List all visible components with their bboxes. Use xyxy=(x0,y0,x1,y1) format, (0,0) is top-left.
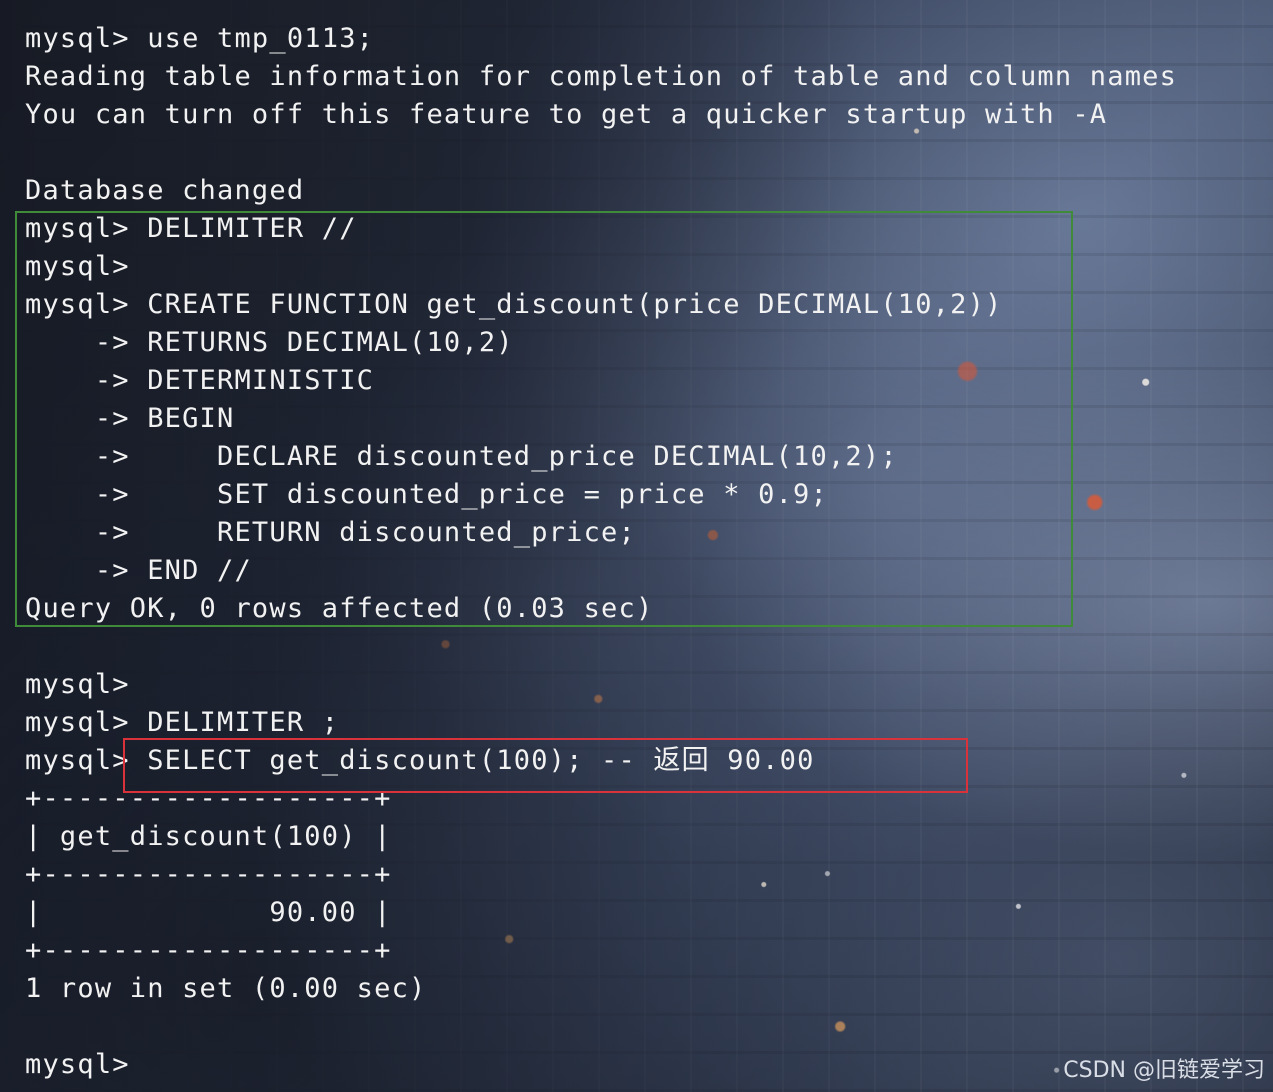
function-definition-highlight-box xyxy=(15,211,1073,627)
terminal-line: | get_discount(100) | xyxy=(25,821,392,852)
select-query-highlight-box xyxy=(123,738,968,793)
terminal-line: +-------------------+ xyxy=(25,859,392,890)
terminal-line: | 90.00 | xyxy=(25,897,392,928)
terminal-line: Database changed xyxy=(25,175,305,206)
csdn-watermark: CSDN @旧链爱学习 xyxy=(1063,1058,1265,1083)
terminal-line: Reading table information for completion… xyxy=(25,61,1178,92)
terminal-line: mysql> DELIMITER ; xyxy=(25,707,340,738)
terminal-line: mysql> xyxy=(25,669,130,700)
terminal-line: +-------------------+ xyxy=(25,935,392,966)
terminal-prompt[interactable]: mysql> xyxy=(25,1046,1177,1084)
terminal-line: You can turn off this feature to get a q… xyxy=(25,99,1108,130)
terminal-line: mysql> use tmp_0113; xyxy=(25,23,375,54)
terminal-line: 1 row in set (0.00 sec) xyxy=(25,973,427,1004)
